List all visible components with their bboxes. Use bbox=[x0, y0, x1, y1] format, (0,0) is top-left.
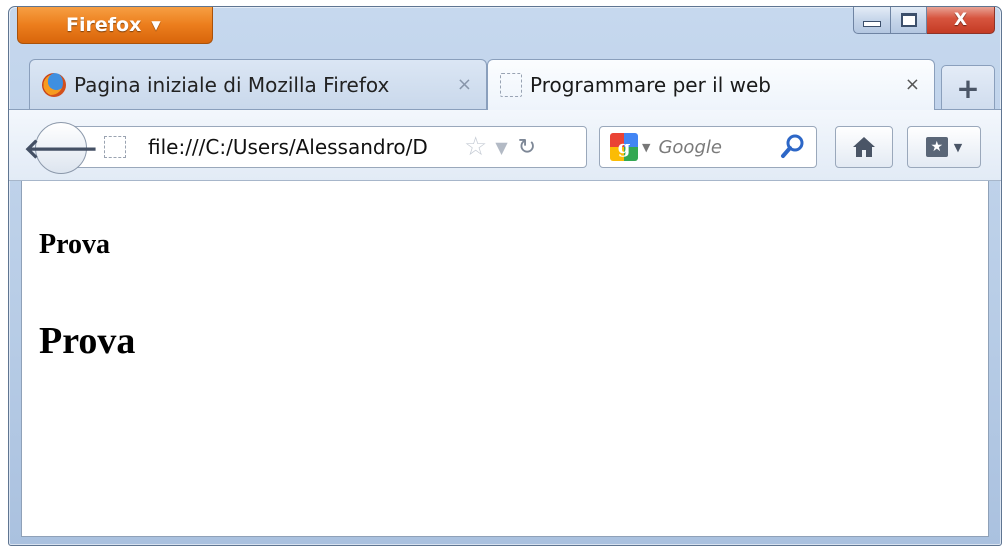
site-identity-icon bbox=[104, 136, 126, 158]
blank-page-icon bbox=[500, 73, 522, 97]
back-button[interactable]: 🡐 bbox=[23, 122, 99, 174]
tab-close-icon[interactable]: × bbox=[457, 74, 472, 95]
navigation-toolbar: 🡐 file:///C:/Users/Alessandro/D ☆ ▼ ↻ ▼ … bbox=[9, 109, 1001, 181]
tab-programmare-web[interactable]: Programmare per il web × bbox=[487, 59, 935, 110]
tab-close-icon[interactable]: × bbox=[905, 74, 920, 95]
url-text[interactable]: file:///C:/Users/Alessandro/D bbox=[148, 135, 458, 159]
page-content: Prova Prova bbox=[21, 181, 989, 537]
engine-dropdown-icon[interactable]: ▼ bbox=[642, 141, 650, 154]
tab-mozilla-start[interactable]: Pagina iniziale di Mozilla Firefox × bbox=[29, 59, 487, 109]
history-dropdown-icon[interactable]: ▼ bbox=[495, 138, 507, 157]
search-bar[interactable]: ▼ Google bbox=[599, 126, 817, 168]
plus-icon: + bbox=[956, 71, 980, 105]
chevron-down-icon: ▼ bbox=[953, 140, 963, 154]
new-tab-button[interactable]: + bbox=[941, 65, 995, 111]
search-placeholder: Google bbox=[658, 136, 722, 158]
tab-label: Pagina iniziale di Mozilla Firefox bbox=[74, 72, 390, 97]
home-button[interactable] bbox=[835, 126, 893, 168]
firefox-menu-label: Firefox bbox=[66, 13, 142, 36]
chevron-down-icon: ▼ bbox=[151, 17, 161, 32]
google-engine-icon[interactable] bbox=[610, 133, 638, 161]
firefox-menu-button[interactable]: Firefox ▼ bbox=[17, 7, 213, 44]
maximize-button[interactable] bbox=[891, 7, 927, 34]
search-icon[interactable] bbox=[780, 133, 806, 161]
firefox-logo-icon bbox=[42, 72, 66, 97]
close-window-button[interactable]: X bbox=[927, 7, 995, 34]
back-arrow-icon: 🡐 bbox=[23, 132, 99, 165]
bookmarks-button[interactable]: ★ ▼ bbox=[907, 126, 981, 168]
window-caption-buttons: X bbox=[853, 7, 995, 34]
tab-strip: Pagina iniziale di Mozilla Firefox × Pro… bbox=[29, 59, 995, 111]
bookmark-star-icon[interactable]: ☆ bbox=[464, 132, 487, 162]
bookmarks-icon: ★ bbox=[925, 137, 948, 157]
minimize-icon bbox=[863, 20, 881, 27]
heading-large: Prova bbox=[39, 320, 136, 362]
home-icon bbox=[853, 137, 875, 157]
minimize-button[interactable] bbox=[853, 7, 891, 34]
maximize-icon bbox=[900, 12, 917, 27]
heading-small: Prova bbox=[39, 229, 111, 260]
close-icon: X bbox=[953, 9, 968, 30]
tab-label: Programmare per il web bbox=[530, 73, 771, 97]
reload-icon[interactable]: ↻ bbox=[518, 135, 536, 160]
browser-window: Firefox ▼ X Pagina iniziale di Mozilla F… bbox=[8, 6, 1002, 546]
url-bar[interactable]: file:///C:/Users/Alessandro/D ☆ ▼ ↻ bbox=[73, 126, 587, 168]
